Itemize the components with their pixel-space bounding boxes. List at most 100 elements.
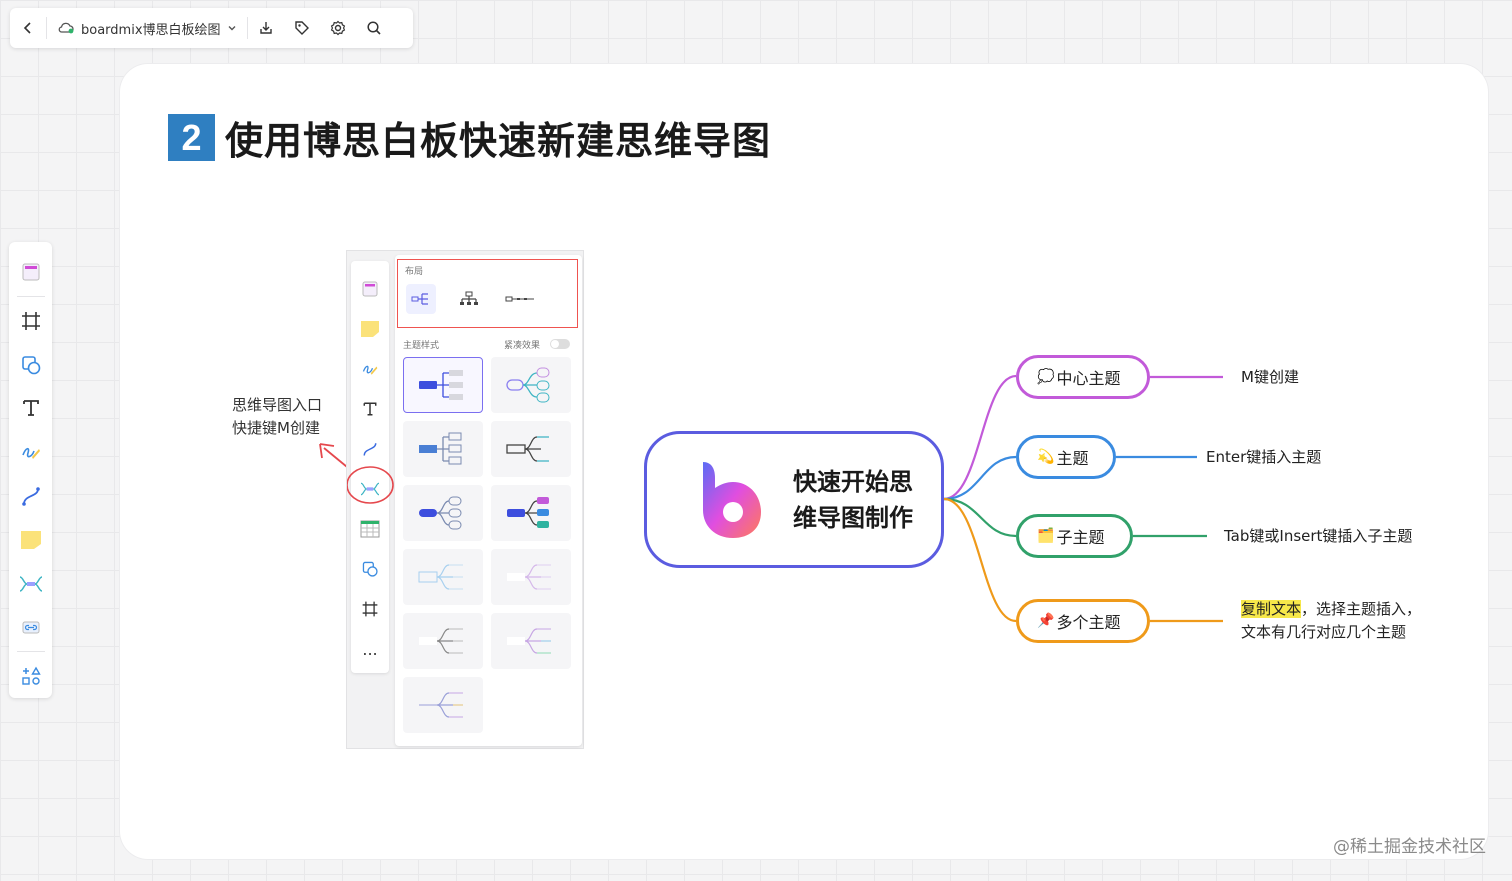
- branch-node-central-topic[interactable]: 💭 中心主题: [1016, 355, 1150, 399]
- embed-tool[interactable]: [13, 605, 49, 649]
- layout-option-tree[interactable]: [454, 284, 484, 314]
- pen-icon: [21, 448, 40, 460]
- branch-label: 多个主题: [1056, 613, 1121, 632]
- layout-section: 布局: [397, 259, 578, 328]
- leaf-note-tab-key: Tab键或Insert键插入子主题: [1224, 527, 1413, 545]
- style-tile-6[interactable]: [491, 485, 571, 541]
- board-title: boardmix博思白板绘图: [81, 22, 221, 38]
- screenshot-table-tool[interactable]: [355, 509, 385, 549]
- download-button[interactable]: [248, 8, 284, 48]
- chevron-down-icon: [228, 26, 236, 31]
- slide-card: 2 使用博思白板快速新建思维导图 思维导图入口 快捷键M创建 ... 布局 主题…: [120, 64, 1488, 859]
- screenshot-frame-tool[interactable]: [355, 589, 385, 629]
- screenshot-pen-tool[interactable]: [355, 349, 385, 389]
- rail-divider: [16, 651, 45, 653]
- style-tile-5[interactable]: [403, 485, 483, 541]
- style-tile-4[interactable]: [491, 421, 571, 477]
- settings-button[interactable]: [320, 8, 356, 48]
- screenshot-template-tool[interactable]: [355, 269, 385, 309]
- compact-toggle[interactable]: [550, 339, 570, 349]
- branch-node-multiple-topics[interactable]: 📌 多个主题: [1016, 599, 1150, 643]
- layout-option-right[interactable]: [406, 284, 436, 314]
- screenshot-shape-tool[interactable]: [355, 549, 385, 589]
- connector-icon: [21, 487, 40, 506]
- settings-icon: [330, 20, 345, 36]
- mindmap-center-node[interactable]: 快速开始思 维导图制作: [644, 431, 944, 568]
- center-line-1: 快速开始思: [793, 468, 913, 496]
- style-preview-icon: [507, 497, 549, 528]
- connector-tool[interactable]: [13, 474, 49, 518]
- mindmap-style-panel: 布局 主题样式 紧凑效果: [395, 255, 582, 746]
- boardmix-logo-icon: [703, 462, 761, 538]
- leaf-note-rest: ，选择主题插入，: [1301, 600, 1422, 618]
- leaf-note-enter-key: Enter键插入主题: [1206, 448, 1322, 466]
- center-line-2: 维导图制作: [793, 504, 913, 532]
- style-preview-icon: [419, 628, 463, 654]
- sticky-note-tool[interactable]: [13, 518, 49, 562]
- center-node-text: 快速开始思 维导图制作: [793, 464, 913, 536]
- style-tile-10[interactable]: [491, 613, 571, 669]
- layout-option-horizontal[interactable]: [502, 284, 538, 314]
- text-icon: [22, 400, 39, 417]
- screenshot-tool-rail: ...: [347, 261, 394, 673]
- download-icon: [259, 22, 272, 34]
- table-icon: [360, 520, 380, 538]
- branch-node-topic[interactable]: 💫 主题: [1016, 435, 1116, 479]
- frame-tool[interactable]: [13, 299, 49, 343]
- mindmap-tool[interactable]: [13, 562, 49, 606]
- connector-icon: [363, 443, 377, 456]
- back-button[interactable]: [10, 8, 46, 48]
- branch-label: 子主题: [1056, 528, 1105, 547]
- style-preview-icon: [506, 436, 549, 462]
- tag-button[interactable]: [284, 8, 320, 48]
- style-tile-8[interactable]: [491, 549, 571, 605]
- style-preview-icon: [419, 692, 463, 718]
- style-preview-icon: [507, 628, 551, 654]
- heading-number-badge: 2: [168, 114, 215, 161]
- search-button[interactable]: [356, 8, 392, 48]
- compact-label: 紧凑效果: [504, 341, 541, 351]
- style-preview-icon: [506, 367, 550, 403]
- style-tile-7[interactable]: [403, 549, 483, 605]
- style-preview-icon: [418, 564, 463, 590]
- text-icon: [363, 402, 377, 416]
- sticky-note-icon: [361, 321, 379, 337]
- style-tile-11[interactable]: [403, 677, 483, 733]
- more-tools-icon: [21, 666, 41, 685]
- style-tile-9[interactable]: [403, 613, 483, 669]
- pushpin-icon: 📌: [1037, 613, 1055, 629]
- leaf-note-m-key: M键创建: [1241, 368, 1299, 386]
- annotation-line-1: 思维导图入口: [232, 396, 323, 414]
- top-toolbar: boardmix博思白板绘图: [10, 8, 413, 48]
- template-tool[interactable]: [13, 250, 49, 294]
- thought-bubble-icon: 💭: [1037, 369, 1055, 385]
- shape-icon: [21, 355, 40, 374]
- text-tool[interactable]: [13, 386, 49, 430]
- style-preview-icon: [419, 432, 462, 465]
- mindmap-entry-annotation: 思维导图入口 快捷键M创建: [232, 394, 322, 440]
- screenshot-sticky-tool[interactable]: [355, 309, 385, 349]
- style-tile-1[interactable]: [403, 357, 483, 413]
- layout-label: 布局: [405, 267, 424, 277]
- sticky-note-icon: [20, 530, 41, 549]
- screenshot-mindmap-tool[interactable]: [347, 466, 394, 509]
- pen-tool[interactable]: [13, 430, 49, 474]
- style-preview-icon: [419, 370, 463, 400]
- mindmap-icon: [19, 575, 42, 592]
- board-title-menu[interactable]: boardmix博思白板绘图: [47, 8, 247, 48]
- heading-title: 使用博思白板快速新建思维导图: [225, 119, 772, 163]
- screenshot-text-tool[interactable]: [355, 389, 385, 429]
- style-tile-2[interactable]: [491, 357, 571, 413]
- annotation-line-2: 快捷键M创建: [232, 419, 320, 437]
- branch-label: 主题: [1056, 449, 1089, 468]
- branch-label: 中心主题: [1056, 369, 1121, 388]
- leaf-note-line-1: 复制文本，选择主题插入，: [1241, 598, 1421, 621]
- highlighted-text: 复制文本: [1241, 600, 1302, 618]
- style-tile-3[interactable]: [403, 421, 483, 477]
- shape-tool[interactable]: [13, 343, 49, 387]
- frame-icon: [21, 311, 40, 330]
- folder-icon: 🗂️: [1037, 528, 1055, 544]
- screenshot-more-button[interactable]: ...: [355, 629, 385, 669]
- more-tools-button[interactable]: [13, 654, 49, 698]
- branch-node-subtopic[interactable]: 🗂️ 子主题: [1016, 514, 1133, 558]
